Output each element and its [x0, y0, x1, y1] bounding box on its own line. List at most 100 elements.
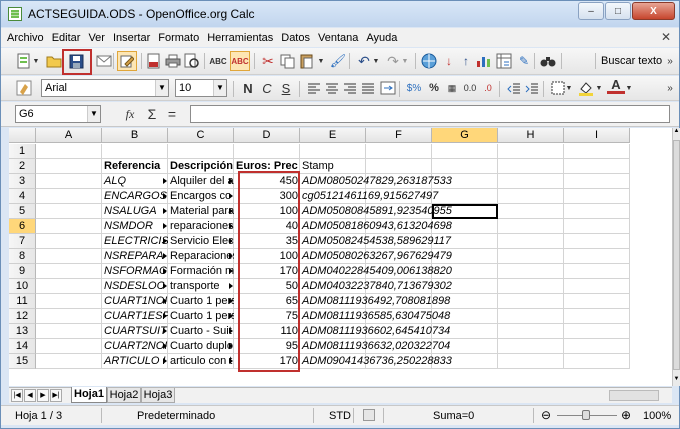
cell-stamp[interactable]: ADM05081860943,613204698	[300, 219, 500, 234]
row-header[interactable]: 4	[9, 189, 36, 204]
grid-cell[interactable]	[564, 339, 630, 354]
justify-icon[interactable]	[359, 79, 377, 97]
cell-stamp[interactable]: ADM05080263267,967629479	[300, 249, 500, 264]
clone-format-icon[interactable]: 🖌	[329, 52, 347, 70]
cell-referencia[interactable]: NSFORMAC	[102, 264, 168, 279]
cell-referencia[interactable]: CUARTSUIT	[102, 324, 168, 339]
column-header[interactable]: C	[168, 128, 234, 143]
name-box-dropdown-icon[interactable]: ▼	[87, 106, 100, 122]
merge-cells-icon[interactable]	[379, 79, 397, 97]
grid-cell[interactable]	[168, 144, 234, 159]
first-sheet-icon[interactable]: |◀	[11, 389, 23, 402]
row-header[interactable]: 9	[9, 264, 36, 279]
scroll-down-icon[interactable]: ▼	[673, 376, 680, 386]
cell-descripcion[interactable]: Cuarto 1 pers	[168, 309, 234, 324]
sort-descending-icon[interactable]: ↑	[457, 52, 475, 70]
grid-cell[interactable]	[498, 234, 564, 249]
cell-descripcion[interactable]: Cuarto - Suit	[168, 324, 234, 339]
status-page-style[interactable]: Predeterminado	[137, 410, 215, 422]
open-folder-icon[interactable]	[45, 52, 63, 70]
spellcheck-icon[interactable]: ABC	[209, 52, 227, 70]
grid-cell[interactable]	[102, 144, 168, 159]
row-header[interactable]: 13	[9, 324, 36, 339]
font-size-combo[interactable]: 10 ▼	[175, 79, 227, 97]
align-left-icon[interactable]	[305, 79, 323, 97]
find-replace-icon[interactable]	[539, 52, 557, 70]
search-text-label[interactable]: Buscar texto	[601, 55, 662, 67]
font-color-dropdown-icon[interactable]: ▼	[625, 79, 633, 97]
row-header[interactable]: 8	[9, 249, 36, 264]
menu-ayuda[interactable]: Ayuda	[366, 32, 397, 44]
grid-cell[interactable]	[564, 309, 630, 324]
grid-cell[interactable]	[36, 144, 102, 159]
grid-cell[interactable]	[36, 294, 102, 309]
horizontal-scrollbar[interactable]	[609, 390, 659, 401]
cell-descripcion[interactable]: reparaciones	[168, 219, 234, 234]
cell-referencia[interactable]: ENCARGOS	[102, 189, 168, 204]
row-header[interactable]: 10	[9, 279, 36, 294]
grid-cell[interactable]	[36, 174, 102, 189]
cell-descripcion[interactable]: Reparaciones	[168, 249, 234, 264]
row-header[interactable]: 5	[9, 204, 36, 219]
grid-cell[interactable]	[366, 144, 432, 159]
header-referencia[interactable]: Referencia	[102, 159, 168, 174]
cell-stamp[interactable]: ADM08111936602,645410734	[300, 324, 500, 339]
row-header[interactable]: 3	[9, 174, 36, 189]
print-icon[interactable]	[164, 52, 182, 70]
column-header[interactable]: D	[234, 128, 300, 143]
zoom-slider-thumb[interactable]	[582, 410, 590, 420]
cell-referencia[interactable]: ARTICULO I	[102, 354, 168, 369]
grid-cell[interactable]	[564, 354, 630, 369]
row-header[interactable]: 7	[9, 234, 36, 249]
background-color-icon[interactable]	[577, 79, 595, 97]
select-all-corner[interactable]	[9, 128, 36, 143]
column-header[interactable]: E	[300, 128, 366, 143]
cell-referencia[interactable]: NSDESLOC	[102, 279, 168, 294]
close-button[interactable]: X	[632, 2, 675, 20]
grid-cell[interactable]	[564, 174, 630, 189]
menu-ver[interactable]: Ver	[88, 32, 105, 44]
background-dropdown-icon[interactable]: ▼	[595, 79, 603, 97]
grid-cell[interactable]	[36, 264, 102, 279]
grid-cell[interactable]	[498, 264, 564, 279]
prev-sheet-icon[interactable]: ◀	[24, 389, 36, 402]
grid-cell[interactable]	[36, 279, 102, 294]
grid-cell[interactable]	[564, 159, 630, 174]
last-sheet-icon[interactable]: ▶|	[50, 389, 62, 402]
undo-dropdown-icon[interactable]: ▼	[371, 52, 381, 70]
sort-ascending-icon[interactable]: ↓	[440, 52, 458, 70]
grid-cell[interactable]	[498, 189, 564, 204]
email-icon[interactable]	[95, 52, 113, 70]
grid-cell[interactable]	[564, 279, 630, 294]
grid-cell[interactable]	[234, 144, 300, 159]
cell-stamp[interactable]: ADM08111936632,020322704	[300, 339, 500, 354]
function-wizard-button[interactable]: fx	[121, 105, 139, 123]
sum-button[interactable]: Σ	[143, 105, 161, 123]
grid-cell[interactable]	[564, 264, 630, 279]
grid-cell[interactable]	[564, 204, 630, 219]
hyperlink-icon[interactable]	[420, 52, 438, 70]
styles-formatting-icon[interactable]	[15, 79, 33, 97]
header-descripcion[interactable]: Descripción	[168, 159, 234, 174]
column-header[interactable]: I	[564, 128, 630, 143]
cell-referencia[interactable]: NSALUGA	[102, 204, 168, 219]
grid-cell[interactable]	[36, 354, 102, 369]
cell-descripcion[interactable]: Alquiler del a	[168, 174, 234, 189]
row-header[interactable]: 15	[9, 354, 36, 369]
add-decimal-button[interactable]: 0.0	[461, 79, 479, 97]
edit-file-icon[interactable]	[117, 51, 137, 71]
row-header[interactable]: 6	[9, 219, 36, 234]
grid-cell[interactable]	[498, 309, 564, 324]
toolbar-overflow-icon[interactable]: »	[661, 52, 679, 70]
cell-referencia[interactable]: ALQ	[102, 174, 168, 189]
italic-button[interactable]: C	[258, 79, 276, 97]
cell-stamp[interactable]: ADM04022845409,006138820	[300, 264, 500, 279]
row-header[interactable]: 2	[9, 159, 36, 174]
autospellcheck-icon[interactable]: ABC	[230, 51, 250, 71]
menu-datos[interactable]: Datos	[281, 32, 310, 44]
currency-format-button[interactable]: $%	[405, 79, 423, 97]
grid-cell[interactable]	[36, 219, 102, 234]
vertical-scrollbar[interactable]: ▲ ▼	[672, 128, 680, 386]
cell-descripcion[interactable]: articulo con t	[168, 354, 234, 369]
menu-insertar[interactable]: Insertar	[113, 32, 150, 44]
